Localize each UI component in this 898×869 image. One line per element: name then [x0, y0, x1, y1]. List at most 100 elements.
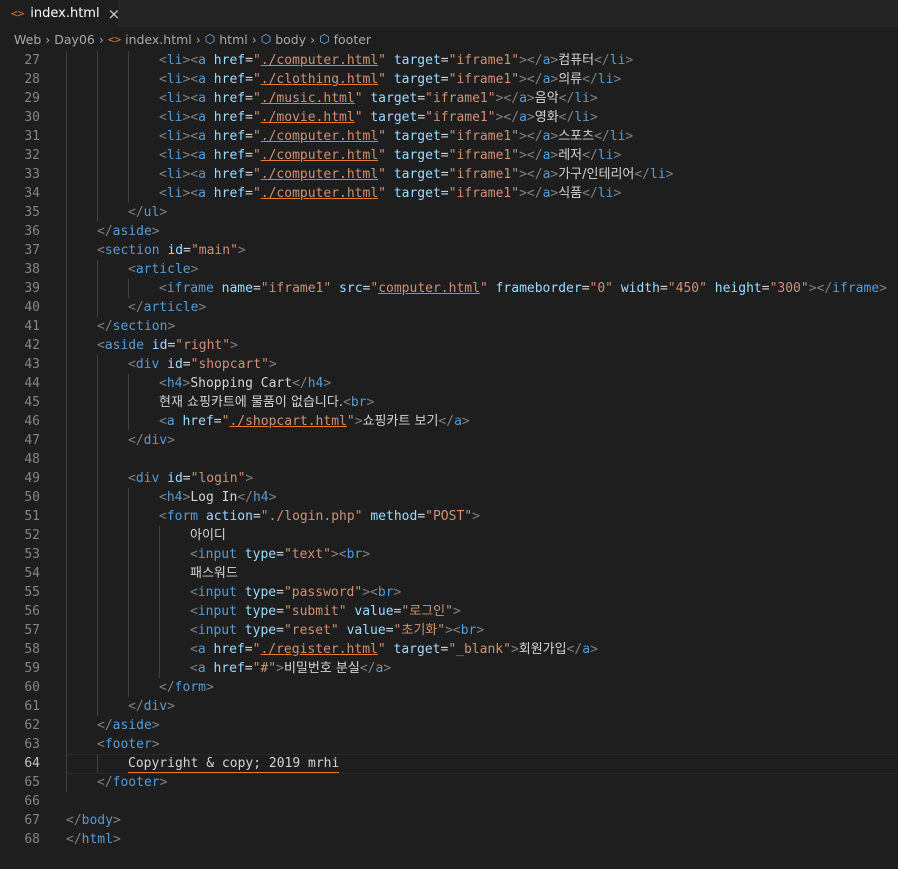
- code-line[interactable]: 29 <li><a href="./music.html" target="ifr…: [0, 89, 898, 108]
- indent-guide: [66, 203, 67, 222]
- line-number: 29: [24, 91, 40, 106]
- code-line[interactable]: 48: [0, 450, 898, 469]
- code-text: <a href="./shopcart.html">쇼핑카트 보기</a>: [159, 414, 470, 429]
- code-line[interactable]: 41 </section>: [0, 317, 898, 336]
- line-number: 45: [24, 395, 40, 410]
- code-line[interactable]: 33 <li><a href="./computer.html" target="…: [0, 165, 898, 184]
- breadcrumb-item-day06[interactable]: Day06: [54, 32, 95, 47]
- indent-guide: [66, 165, 67, 184]
- line-number: 59: [24, 661, 40, 676]
- code-text: <article>: [128, 262, 199, 277]
- html-file-icon: <>: [11, 7, 25, 20]
- line-number: 35: [24, 205, 40, 220]
- indent-guide: [66, 222, 67, 241]
- code-line[interactable]: 58 <a href="./register.html" target="_bla…: [0, 640, 898, 659]
- code-line[interactable]: 65 </footer>: [0, 773, 898, 792]
- code-line[interactable]: 43 <div id="shopcart">: [0, 355, 898, 374]
- code-line[interactable]: 34 <li><a href="./computer.html" target="…: [0, 184, 898, 203]
- code-line[interactable]: 40 </article>: [0, 298, 898, 317]
- code-line[interactable]: 46 <a href="./shopcart.html">쇼핑카트 보기</a>: [0, 412, 898, 431]
- tab-index-html[interactable]: <> index.html ×: [0, 0, 121, 27]
- code-text: <a href="./register.html" target="_blank…: [190, 642, 598, 657]
- code-line[interactable]: 60 </form>: [0, 678, 898, 697]
- indent-guide: [128, 51, 129, 70]
- line-number: 43: [24, 357, 40, 372]
- indent-guide: [97, 507, 98, 526]
- code-line[interactable]: 57 <input type="reset" value="초기화"><br>: [0, 621, 898, 640]
- indent-guide: [97, 374, 98, 393]
- code-line[interactable]: 28 <li><a href="./clothing.html" target="…: [0, 70, 898, 89]
- indent-guide: [159, 545, 160, 564]
- code-text: <section id="main">: [97, 243, 246, 258]
- close-icon[interactable]: ×: [108, 5, 121, 23]
- code-text: <a href="#">비밀번호 분실</a>: [190, 661, 392, 676]
- code-text: <li><a href="./music.html" target="ifram…: [159, 91, 598, 106]
- line-number: 28: [24, 72, 40, 87]
- code-line[interactable]: 36 </aside>: [0, 222, 898, 241]
- code-line[interactable]: 42 <aside id="right">: [0, 336, 898, 355]
- code-text: 현재 쇼핑카트에 물품이 없습니다.<br>: [159, 395, 375, 410]
- code-line[interactable]: 27 <li><a href="./computer.html" target="…: [0, 51, 898, 70]
- indent-guide: [66, 545, 67, 564]
- code-text: <div id="login">: [128, 471, 254, 486]
- code-line[interactable]: 62 </aside>: [0, 716, 898, 735]
- line-number: 40: [24, 300, 40, 315]
- indent-guide: [97, 146, 98, 165]
- indent-guide: [128, 146, 129, 165]
- line-number: 63: [24, 737, 40, 752]
- indent-guide: [159, 640, 160, 659]
- line-number: 68: [24, 832, 40, 847]
- code-line[interactable]: 49 <div id="login">: [0, 469, 898, 488]
- code-line[interactable]: 64 Copyright & copy; 2019 mrhi: [0, 754, 898, 774]
- code-line[interactable]: 59 <a href="#">비밀번호 분실</a>: [0, 659, 898, 678]
- code-line[interactable]: 52 아이디: [0, 526, 898, 545]
- code-line[interactable]: 56 <input type="submit" value="로그인">: [0, 602, 898, 621]
- breadcrumb-item-web[interactable]: Web: [14, 32, 41, 47]
- code-line[interactable]: 68 </html>: [0, 830, 898, 849]
- code-line[interactable]: 50 <h4>Log In</h4>: [0, 488, 898, 507]
- code-line[interactable]: 54 패스워드: [0, 564, 898, 583]
- code-line[interactable]: 47 </div>: [0, 431, 898, 450]
- code-line[interactable]: 61 </div>: [0, 697, 898, 716]
- indent-guide: [66, 450, 67, 469]
- indent-guide: [66, 279, 67, 298]
- indent-guide: [97, 697, 98, 716]
- code-text: <input type="submit" value="로그인">: [190, 604, 461, 619]
- chevron-right-icon: ›: [98, 31, 104, 47]
- line-number: 60: [24, 680, 40, 695]
- code-line[interactable]: 44 <h4>Shopping Cart</h4>: [0, 374, 898, 393]
- code-line[interactable]: 67 </body>: [0, 811, 898, 830]
- breadcrumb-item-footer[interactable]: footer: [334, 32, 371, 47]
- breadcrumb-item-file[interactable]: index.html: [125, 32, 192, 47]
- breadcrumb: Web › Day06 › <> index.html › ⬡ html › ⬡…: [0, 27, 898, 51]
- indent-guide: [97, 469, 98, 488]
- indent-guide: [159, 583, 160, 602]
- code-line[interactable]: 35 </ul>: [0, 203, 898, 222]
- code-line[interactable]: 53 <input type="text"><br>: [0, 545, 898, 564]
- code-line[interactable]: 51 <form action="./login.php" method="POS…: [0, 507, 898, 526]
- code-line[interactable]: 55 <input type="password"><br>: [0, 583, 898, 602]
- code-line[interactable]: 63 <footer>: [0, 735, 898, 754]
- breadcrumb-item-html[interactable]: html: [219, 32, 247, 47]
- indent-guide: [97, 621, 98, 640]
- code-editor[interactable]: 27 <li><a href="./computer.html" target="…: [0, 51, 898, 869]
- element-cube-icon: ⬡: [260, 32, 272, 46]
- code-text: </aside>: [97, 224, 160, 239]
- code-line[interactable]: 45 현재 쇼핑카트에 물품이 없습니다.<br>: [0, 393, 898, 412]
- code-line[interactable]: 31 <li><a href="./computer.html" target="…: [0, 127, 898, 146]
- code-line[interactable]: 32 <li><a href="./computer.html" target="…: [0, 146, 898, 165]
- indent-guide: [97, 89, 98, 108]
- code-line[interactable]: 66: [0, 792, 898, 811]
- code-line[interactable]: 37 <section id="main">: [0, 241, 898, 260]
- indent-guide: [159, 621, 160, 640]
- code-line[interactable]: 39 <iframe name="iframe1" src="computer.h…: [0, 279, 898, 298]
- line-number: 31: [24, 129, 40, 144]
- line-number: 64: [24, 756, 40, 771]
- breadcrumb-item-body[interactable]: body: [275, 32, 306, 47]
- code-line[interactable]: 38 <article>: [0, 260, 898, 279]
- code-line[interactable]: 30 <li><a href="./movie.html" target="ifr…: [0, 108, 898, 127]
- indent-guide: [97, 659, 98, 678]
- indent-guide: [97, 564, 98, 583]
- indent-guide: [66, 355, 67, 374]
- indent-guide: [128, 70, 129, 89]
